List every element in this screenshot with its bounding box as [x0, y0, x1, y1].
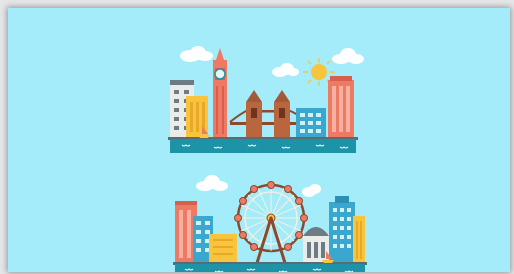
- yellow-building: [209, 234, 237, 264]
- cloud-left: [180, 46, 213, 62]
- bridge-tower-right: [274, 90, 290, 139]
- river: [170, 139, 356, 153]
- clock-tower: [213, 48, 227, 139]
- coral-office-building: [328, 76, 354, 139]
- cloud-right: [302, 184, 321, 197]
- bridge-tower-left: [246, 90, 262, 139]
- yellow-narrow-building: [353, 216, 365, 264]
- ferris-wheel: [234, 181, 308, 265]
- cloud-right: [332, 48, 364, 64]
- blue-office-building: [329, 196, 355, 264]
- river: [175, 264, 365, 272]
- ferris-wheel-skyline-scene: [173, 175, 367, 272]
- image-frame: [0, 0, 514, 274]
- london-skyline-scene: [168, 46, 364, 153]
- cloud-middle: [272, 63, 299, 77]
- illustration-canvas: [8, 8, 510, 272]
- cloud-left: [196, 175, 228, 191]
- dome-building: [303, 227, 329, 264]
- blue-office-building: [296, 108, 326, 139]
